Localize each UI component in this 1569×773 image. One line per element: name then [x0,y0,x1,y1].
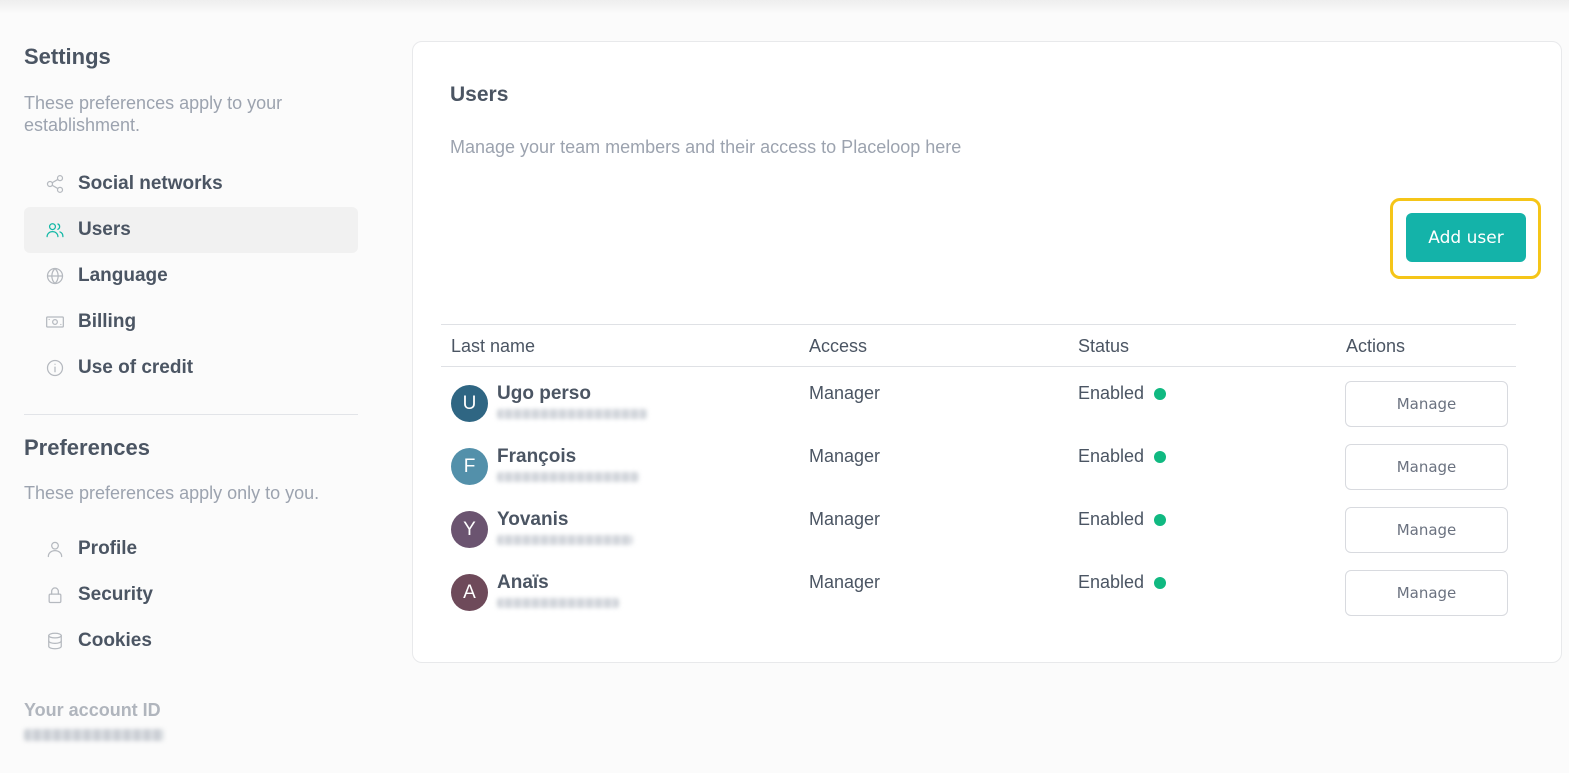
user-status: Enabled [1078,572,1167,593]
user-status: Enabled [1078,509,1167,530]
sidebar-item-label: Security [78,584,153,605]
info-icon [44,357,66,379]
user-name: Anaïs [497,572,549,593]
status-dot-icon [1154,576,1167,589]
sidebar-item-label: Language [78,265,168,286]
add-user-highlight: Add user [1390,198,1541,279]
lock-icon [44,584,66,606]
status-dot-icon [1154,387,1167,400]
sidebar-item-label: Profile [78,538,138,559]
avatar: Y [451,511,488,548]
user-email-redacted [497,409,647,419]
manage-button[interactable]: Manage [1345,507,1508,553]
avatar: U [451,385,488,422]
table-row: A Anaïs Manager Enabled Manage [441,556,1516,619]
preferences-description: These preferences apply only to you. [24,483,320,503]
users-card: Users Manage your team members and their… [412,41,1562,663]
account-id-value-redacted [24,729,164,741]
database-icon [44,630,66,652]
sidebar-divider [24,414,358,415]
manage-button[interactable]: Manage [1345,570,1508,616]
add-user-button[interactable]: Add user [1406,213,1526,262]
status-dot-icon [1154,450,1167,463]
sidebar-item-security[interactable]: Security [24,572,358,618]
share-icon [44,173,66,195]
status-text: Enabled [1078,572,1145,592]
users-table: Last name Access Status Actions U Ugo pe… [441,324,1516,619]
globe-icon [44,265,66,287]
user-status: Enabled [1078,383,1167,404]
table-row: U Ugo perso Manager Enabled Manage [441,367,1516,430]
sidebar-item-label: Users [78,219,131,240]
column-header-access: Access [809,336,868,356]
sidebar-item-cookies[interactable]: Cookies [24,618,358,664]
sidebar-item-language[interactable]: Language [24,253,358,299]
manage-button[interactable]: Manage [1345,444,1508,490]
avatar: A [451,574,488,611]
status-text: Enabled [1078,446,1145,466]
sidebar-item-billing[interactable]: Billing [24,299,358,345]
column-header-last-name: Last name [451,336,536,356]
banknote-icon [44,311,66,333]
sidebar-item-label: Cookies [78,630,152,651]
status-text: Enabled [1078,383,1145,403]
settings-sidebar: Settings These preferences apply to your… [24,44,358,664]
account-id-label: Your account ID [24,700,161,720]
page-title: Users [450,83,509,106]
settings-nav: Social networks Users Language Billing U… [24,161,358,391]
sidebar-item-label: Use of credit [78,357,194,378]
sidebar-item-label: Billing [78,311,137,332]
user-name: Ugo perso [497,383,591,404]
user-access: Manager [809,509,881,529]
user-name: Yovanis [497,509,569,530]
user-email-redacted [497,472,639,482]
settings-description: These preferences apply to your establis… [24,93,283,135]
avatar: F [451,448,488,485]
table-row: Y Yovanis Manager Enabled Manage [441,493,1516,556]
status-dot-icon [1154,513,1167,526]
top-shadow [0,0,1569,14]
user-name: François [497,446,577,467]
user-email-redacted [497,535,633,545]
table-header: Last name Access Status Actions [441,324,1516,367]
account-id-block: Your account ID [24,700,164,741]
sidebar-item-label: Social networks [78,173,223,194]
column-header-actions: Actions [1346,336,1406,356]
user-access: Manager [809,383,881,403]
sidebar-item-users[interactable]: Users [24,207,358,253]
user-icon [44,538,66,560]
user-access: Manager [809,446,881,466]
user-status: Enabled [1078,446,1167,467]
status-text: Enabled [1078,509,1145,529]
preferences-nav: Profile Security Cookies [24,526,358,664]
sidebar-item-use-of-credit[interactable]: Use of credit [24,345,358,391]
column-header-status: Status [1078,336,1130,356]
sidebar-item-profile[interactable]: Profile [24,526,358,572]
page-description: Manage your team members and their acces… [450,137,962,157]
preferences-title: Preferences [24,435,150,460]
user-access: Manager [809,572,881,592]
users-icon [44,219,66,241]
user-email-redacted [497,598,619,608]
table-row: F François Manager Enabled Manage [441,430,1516,493]
settings-title: Settings [24,44,111,69]
manage-button[interactable]: Manage [1345,381,1508,427]
sidebar-item-social-networks[interactable]: Social networks [24,161,358,207]
